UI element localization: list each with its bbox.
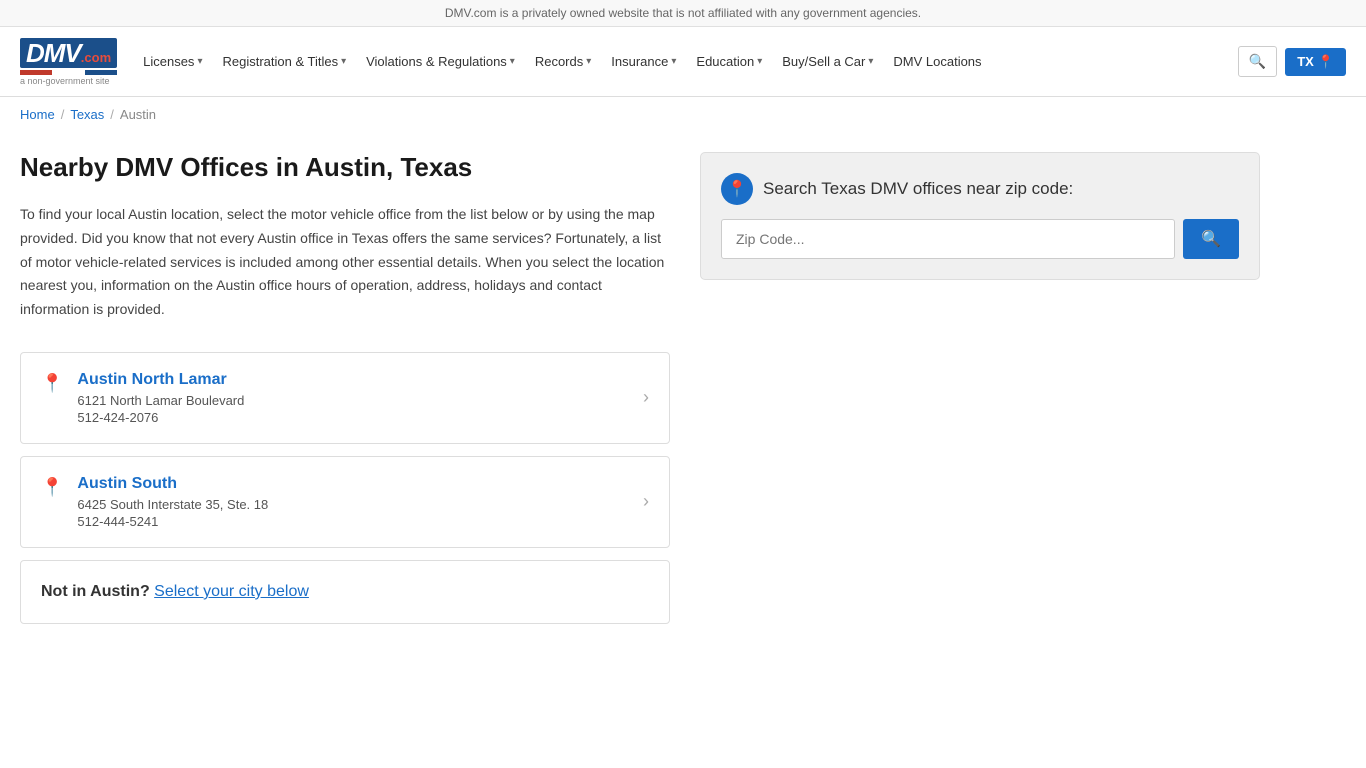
state-selector-button[interactable]: TX 📍 xyxy=(1285,48,1346,76)
content-wrapper: Nearby DMV Offices in Austin, Texas To f… xyxy=(0,132,1280,644)
header-search-button[interactable]: 🔍 xyxy=(1238,46,1277,77)
zip-code-input[interactable] xyxy=(721,219,1175,259)
nav-licenses-arrow: ▾ xyxy=(197,56,202,67)
logo-tagline: a non-government site xyxy=(20,76,110,86)
nav-buysell[interactable]: Buy/Sell a Car ▾ xyxy=(772,46,883,77)
logo[interactable]: DMV .com a non-government site xyxy=(20,38,117,86)
zip-input-row: 🔍 xyxy=(721,219,1239,259)
select-city-link[interactable]: Select your city below xyxy=(154,583,309,600)
top-banner-text: DMV.com is a privately owned website tha… xyxy=(445,6,921,20)
office-card-left-2: 📍 Austin South 6425 South Interstate 35,… xyxy=(41,475,268,529)
office-card-north-lamar[interactable]: 📍 Austin North Lamar 6121 North Lamar Bo… xyxy=(20,352,670,444)
office-info-2: Austin South 6425 South Interstate 35, S… xyxy=(77,475,268,529)
nav-records[interactable]: Records ▾ xyxy=(525,46,601,77)
chevron-right-icon-2: › xyxy=(643,491,649,512)
zip-search-header: 📍 Search Texas DMV offices near zip code… xyxy=(721,173,1239,205)
location-pin-icon: 📍 xyxy=(1318,54,1334,70)
nav-insurance[interactable]: Insurance ▾ xyxy=(601,46,686,77)
zip-search-title: Search Texas DMV offices near zip code: xyxy=(763,179,1073,199)
main-content: Nearby DMV Offices in Austin, Texas To f… xyxy=(20,152,670,624)
intro-text: To find your local Austin location, sele… xyxy=(20,203,670,322)
top-banner: DMV.com is a privately owned website tha… xyxy=(0,0,1366,27)
office-name-south[interactable]: Austin South xyxy=(77,475,268,493)
nav-licenses[interactable]: Licenses ▾ xyxy=(133,46,212,77)
state-label: TX xyxy=(1297,54,1314,69)
breadcrumb-texas[interactable]: Texas xyxy=(70,107,104,122)
breadcrumb-austin: Austin xyxy=(120,107,156,122)
logo-dotcom: .com xyxy=(81,51,111,64)
office-phone-2: 512-444-5241 xyxy=(77,514,268,529)
nav-violations[interactable]: Violations & Regulations ▾ xyxy=(356,46,525,77)
office-address-2: 6425 South Interstate 35, Ste. 18 xyxy=(77,497,268,512)
breadcrumb-home[interactable]: Home xyxy=(20,107,55,122)
nav-dmv-locations[interactable]: DMV Locations xyxy=(883,46,991,77)
breadcrumb-sep-2: / xyxy=(110,107,114,122)
office-address-1: 6121 North Lamar Boulevard xyxy=(77,393,244,408)
nav-education[interactable]: Education ▾ xyxy=(686,46,772,77)
logo-letters: DMV xyxy=(26,40,81,66)
nav-registration[interactable]: Registration & Titles ▾ xyxy=(212,46,356,77)
nav-education-arrow: ▾ xyxy=(757,56,762,67)
nav-right: 🔍 TX 📍 xyxy=(1238,46,1346,77)
header: DMV .com a non-government site Licenses … xyxy=(0,27,1366,97)
nav-registration-arrow: ▾ xyxy=(341,56,346,67)
zip-search-submit-button[interactable]: 🔍 xyxy=(1183,219,1239,259)
zip-search-icon: 🔍 xyxy=(1201,231,1221,248)
main-nav: Licenses ▾ Registration & Titles ▾ Viola… xyxy=(133,46,1238,77)
logo-flag xyxy=(20,70,117,75)
zip-search-box: 📍 Search Texas DMV offices near zip code… xyxy=(700,152,1260,280)
office-card-left: 📍 Austin North Lamar 6121 North Lamar Bo… xyxy=(41,371,244,425)
location-blue-icon: 📍 xyxy=(721,173,753,205)
office-phone-1: 512-424-2076 xyxy=(77,410,244,425)
breadcrumb: Home / Texas / Austin xyxy=(0,97,1366,132)
nav-buysell-arrow: ▾ xyxy=(868,56,873,67)
map-pin-icon-1: 📍 xyxy=(41,373,63,394)
city-section: Not in Austin? Select your city below xyxy=(20,560,670,624)
chevron-right-icon-1: › xyxy=(643,387,649,408)
office-name-north-lamar[interactable]: Austin North Lamar xyxy=(77,371,244,389)
sidebar: 📍 Search Texas DMV offices near zip code… xyxy=(700,152,1260,624)
office-card-south[interactable]: 📍 Austin South 6425 South Interstate 35,… xyxy=(20,456,670,548)
nav-records-arrow: ▾ xyxy=(586,56,591,67)
office-info-1: Austin North Lamar 6121 North Lamar Boul… xyxy=(77,371,244,425)
nav-violations-arrow: ▾ xyxy=(510,56,515,67)
search-icon: 🔍 xyxy=(1249,53,1266,69)
map-pin-icon-2: 📍 xyxy=(41,477,63,498)
page-title: Nearby DMV Offices in Austin, Texas xyxy=(20,152,670,183)
city-section-not-austin: Not in Austin? xyxy=(41,583,150,600)
city-section-title: Not in Austin? Select your city below xyxy=(41,583,649,601)
nav-insurance-arrow: ▾ xyxy=(671,56,676,67)
breadcrumb-sep-1: / xyxy=(61,107,65,122)
